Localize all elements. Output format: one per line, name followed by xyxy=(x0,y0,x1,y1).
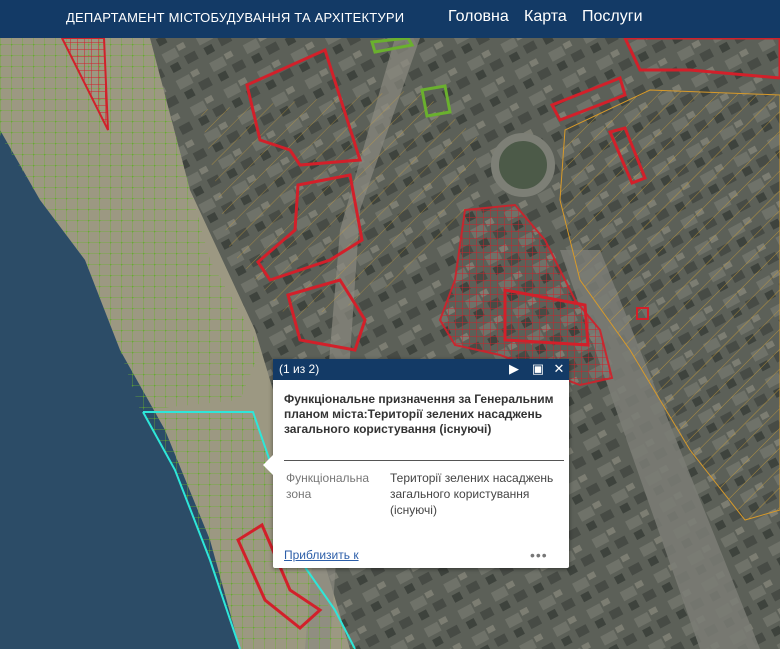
close-icon[interactable]: ✕ xyxy=(551,361,567,377)
popup-title: Функціональне призначення за Генеральним… xyxy=(284,392,554,436)
top-navigation-bar: ДЕПАРТАМЕНТ МІСТОБУДУВАННЯ ТА АРХІТЕКТУР… xyxy=(0,0,780,38)
nav-map[interactable]: Карта xyxy=(524,8,567,26)
feature-popup: (1 из 2) ▶ ▣ ✕ Функціональне призначення… xyxy=(263,359,569,568)
nav-home[interactable]: Головна xyxy=(448,8,509,26)
department-title[interactable]: ДЕПАРТАМЕНТ МІСТОБУДУВАННЯ ТА АРХІТЕКТУР… xyxy=(66,10,404,25)
next-arrow-icon[interactable]: ▶ xyxy=(506,361,522,377)
field-label: Функціональна зона xyxy=(286,471,370,501)
popup-divider xyxy=(284,460,564,461)
more-actions-icon[interactable]: ••• xyxy=(530,547,548,563)
popup-header: (1 из 2) ▶ ▣ ✕ xyxy=(273,359,569,380)
zoom-to-link[interactable]: Приблизить к xyxy=(284,548,359,562)
popup-counter: (1 из 2) xyxy=(279,362,320,376)
field-value: Території зелених насаджень загального к… xyxy=(390,471,554,517)
roundabout xyxy=(491,133,555,197)
nav-services[interactable]: Послуги xyxy=(582,8,643,26)
maximize-icon[interactable]: ▣ xyxy=(530,361,546,377)
